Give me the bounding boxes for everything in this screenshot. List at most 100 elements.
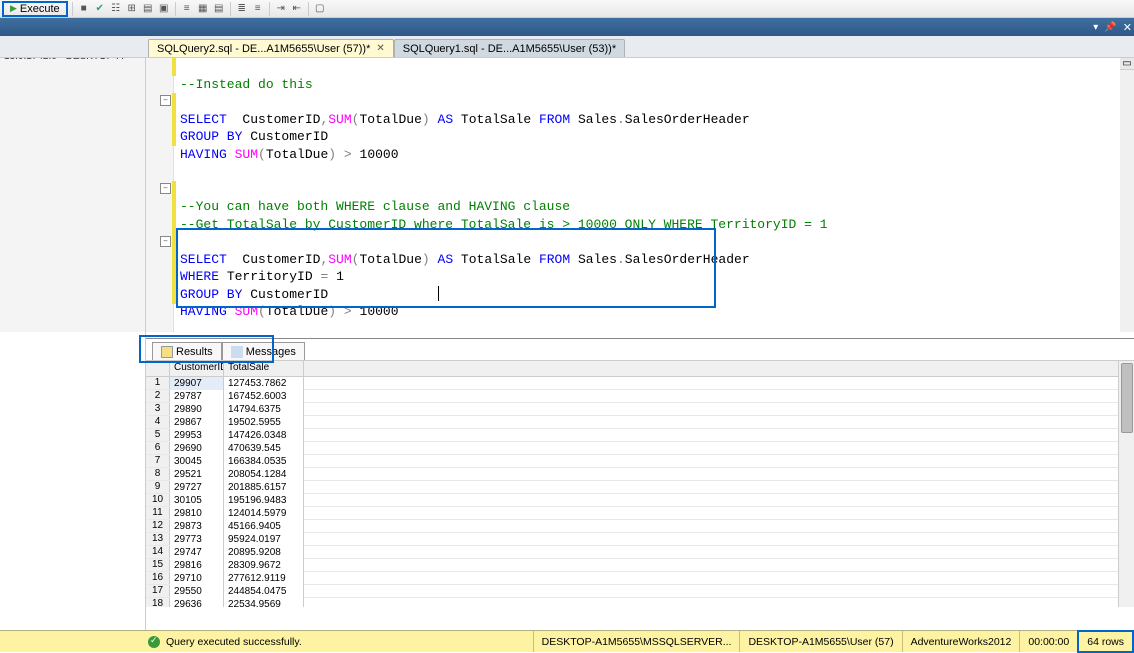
panel-header: ▾ 📌 ✕	[0, 18, 1134, 36]
collapse-icon[interactable]: –	[160, 95, 171, 106]
document-tabs: SQLQuery2.sql - DE...A1M5655\User (57))*…	[0, 36, 1134, 58]
editor-scrollbar[interactable]: ▭	[1120, 58, 1134, 332]
table-row[interactable]: 142974720895.9208	[146, 546, 1134, 559]
execute-label: Execute	[20, 3, 60, 15]
execute-button[interactable]: ▶ Execute	[2, 1, 68, 17]
dropdown-icon[interactable]: ▾	[1093, 22, 1098, 33]
row-number: 6	[146, 442, 170, 454]
status-database: AdventureWorks2012	[902, 631, 1020, 652]
table-row[interactable]: 629690470639.545	[146, 442, 1134, 455]
tab-sqlquery2[interactable]: SQLQuery2.sql - DE...A1M5655\User (57))*…	[148, 39, 394, 57]
results-file-icon[interactable]: ▤	[212, 2, 226, 16]
status-message: Query executed successfully.	[166, 636, 302, 648]
outdent-icon[interactable]: ⇤	[290, 2, 304, 16]
results-scrollbar[interactable]	[1118, 361, 1134, 607]
collapse-icon[interactable]: –	[160, 236, 171, 247]
scroll-thumb[interactable]	[1121, 363, 1133, 433]
separator	[175, 2, 176, 16]
row-number: 18	[146, 598, 170, 607]
separator	[308, 2, 309, 16]
include-plan-icon[interactable]: ⊞	[125, 2, 139, 16]
separator	[230, 2, 231, 16]
results-tabs: Results Messages	[146, 339, 1134, 361]
success-icon	[148, 636, 160, 648]
table-row[interactable]: 1729550244854.0475	[146, 585, 1134, 598]
tab-label: SQLQuery2.sql - DE...A1M5655\User (57))*	[157, 43, 370, 55]
row-header-corner	[146, 361, 170, 376]
text-cursor	[438, 286, 439, 301]
close-icon[interactable]: ✕	[376, 43, 384, 54]
column-header-totalsale[interactable]: TotalSale	[224, 361, 304, 377]
row-number: 12	[146, 520, 170, 532]
left-gutter	[0, 332, 146, 630]
column-header-customerid[interactable]: CustomerID	[170, 361, 224, 377]
status-bar: Query executed successfully. DESKTOP-A1M…	[0, 630, 1134, 652]
table-row[interactable]: 42986719502.5955	[146, 416, 1134, 429]
specify-values-icon[interactable]: ▢	[313, 2, 327, 16]
row-number: 14	[146, 546, 170, 558]
results-text-icon[interactable]: ≡	[180, 2, 194, 16]
row-number: 16	[146, 572, 170, 584]
table-row[interactable]: 32989014794.6375	[146, 403, 1134, 416]
sqlcmd-icon[interactable]: ▣	[157, 2, 171, 16]
table-row[interactable]: 229787167452.6003	[146, 390, 1134, 403]
separator	[269, 2, 270, 16]
row-number: 7	[146, 455, 170, 467]
table-row[interactable]: 182963622534.9569	[146, 598, 1134, 607]
table-row[interactable]: 122987345166.9405	[146, 520, 1134, 533]
table-row[interactable]: 1030105195196.9483	[146, 494, 1134, 507]
table-row[interactable]: 129907127453.7862	[146, 377, 1134, 390]
pin-icon[interactable]: 📌	[1104, 22, 1116, 33]
row-number: 3	[146, 403, 170, 415]
object-explorer: ER2 (SQL Server 13.0.1742.0 - DESKTOP-A	[0, 36, 146, 332]
status-time: 00:00:00	[1019, 631, 1077, 652]
table-row[interactable]: 152981628309.9672	[146, 559, 1134, 572]
split-icon[interactable]: ▭	[1120, 58, 1134, 70]
estimate-plan-icon[interactable]: ☷	[109, 2, 123, 16]
indent-icon[interactable]: ⇥	[274, 2, 288, 16]
results-pane: Results Messages CustomerID TotalSale 12…	[146, 338, 1134, 629]
row-number: 4	[146, 416, 170, 428]
table-row[interactable]: 1129810124014.5979	[146, 507, 1134, 520]
table-row[interactable]: 529953147426.0348	[146, 429, 1134, 442]
row-number: 8	[146, 468, 170, 480]
tab-sqlquery1[interactable]: SQLQuery1.sql - DE...A1M5655\User (53))*	[394, 39, 625, 57]
grid-header: CustomerID TotalSale	[146, 361, 1134, 377]
table-row[interactable]: 730045166384.0535	[146, 455, 1134, 468]
status-server: DESKTOP-A1M5655\MSSQLSERVER...	[533, 631, 740, 652]
close-icon[interactable]: ✕	[1123, 21, 1132, 34]
row-number: 13	[146, 533, 170, 545]
table-row[interactable]: 132977395924.0197	[146, 533, 1134, 546]
change-marker	[172, 58, 176, 76]
row-number: 10	[146, 494, 170, 506]
cell-totalsale[interactable]: 22534.9569	[224, 598, 304, 607]
cell-customerid[interactable]: 29636	[170, 598, 224, 607]
include-stats-icon[interactable]: ▤	[141, 2, 155, 16]
row-number: 1	[146, 377, 170, 389]
row-number: 9	[146, 481, 170, 493]
comment-icon[interactable]: ≣	[235, 2, 249, 16]
sql-editor[interactable]: – – – --Instead do this SELECT CustomerI…	[146, 58, 1126, 332]
change-marker	[172, 93, 176, 146]
row-number: 5	[146, 429, 170, 441]
row-number: 2	[146, 390, 170, 402]
debug-icon[interactable]: ■	[77, 2, 91, 16]
results-tabs-highlight	[139, 335, 274, 363]
table-row[interactable]: 929727201885.6157	[146, 481, 1134, 494]
toolbar: ▶ Execute ■ ✔ ☷ ⊞ ▤ ▣ ≡ ▦ ▤ ≣ ≡ ⇥ ⇤ ▢	[0, 0, 1134, 18]
row-number: 15	[146, 559, 170, 571]
parse-icon[interactable]: ✔	[93, 2, 107, 16]
results-grid[interactable]: CustomerID TotalSale 129907127453.786222…	[146, 361, 1134, 607]
collapse-icon[interactable]: –	[160, 183, 171, 194]
results-grid-icon[interactable]: ▦	[196, 2, 210, 16]
tab-label: SQLQuery1.sql - DE...A1M5655\User (53))*	[403, 43, 616, 55]
separator	[72, 2, 73, 16]
status-user: DESKTOP-A1M5655\User (57)	[739, 631, 901, 652]
status-rowcount: 64 rows	[1077, 630, 1134, 653]
table-row[interactable]: 829521208054.1284	[146, 468, 1134, 481]
highlight-box	[176, 228, 716, 308]
row-number: 11	[146, 507, 170, 519]
uncomment-icon[interactable]: ≡	[251, 2, 265, 16]
table-row[interactable]: 1629710277612.9119	[146, 572, 1134, 585]
row-number: 17	[146, 585, 170, 597]
